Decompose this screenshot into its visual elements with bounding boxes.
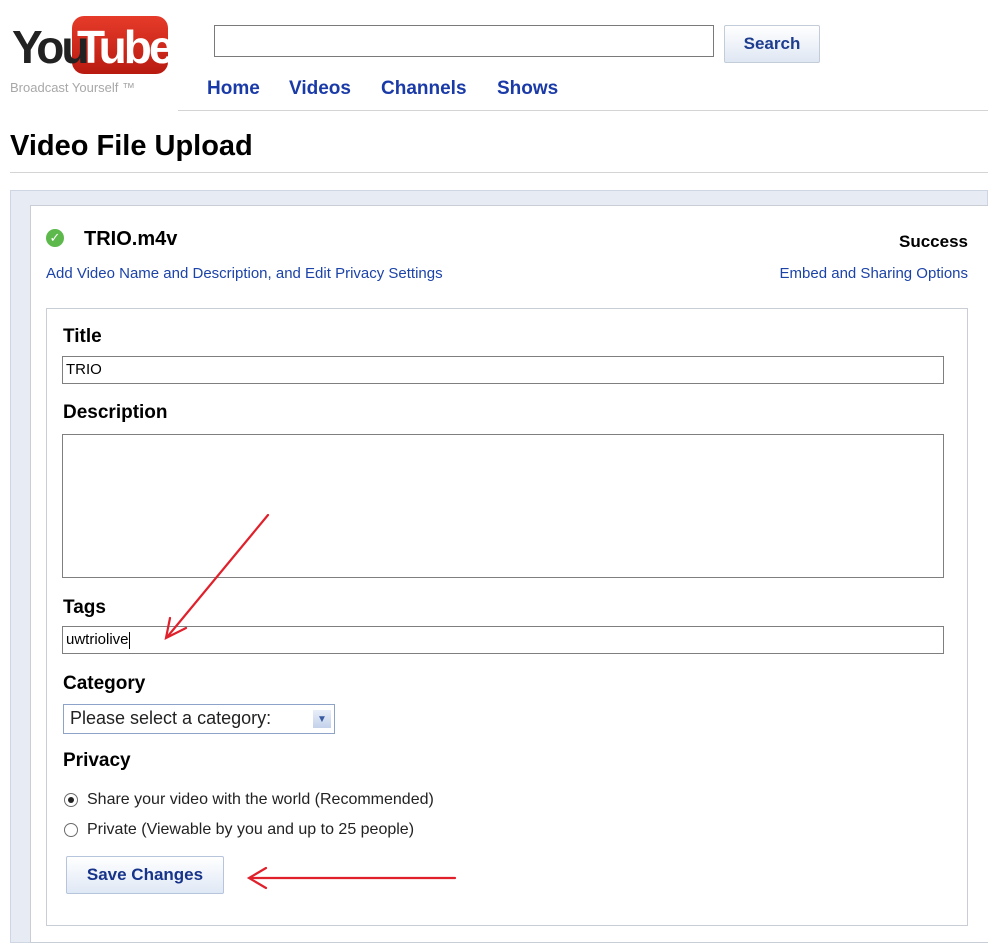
arrow-to-tags (166, 513, 270, 638)
annotation-arrows (164, 513, 457, 890)
